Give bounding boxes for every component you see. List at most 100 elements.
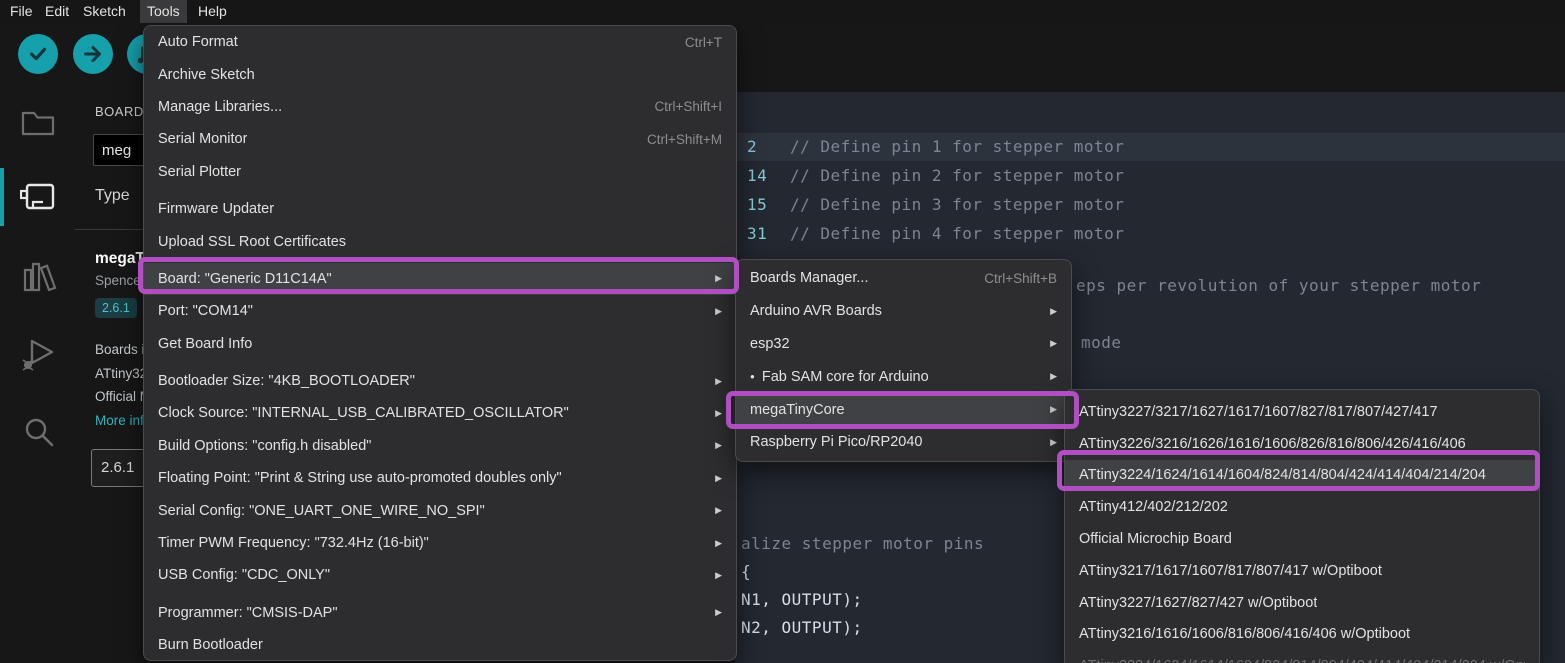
menu-item-arduino-avr-boards[interactable]: Arduino AVR Boards▶: [736, 295, 1071, 328]
menu-item-manage-libraries[interactable]: Manage Libraries...Ctrl+Shift+I: [144, 91, 736, 123]
menu-item-attiny412-402-212-202[interactable]: ATtiny412/402/212/202: [1065, 491, 1539, 523]
menu-item-official-microchip-board[interactable]: Official Microchip Board: [1065, 523, 1539, 555]
submenu-arrow-icon: ▶: [1034, 338, 1057, 349]
menu-help[interactable]: Help: [191, 0, 234, 23]
menu-item-label: ATtiny3224/1624/1614/1604/824/814/804/42…: [1079, 658, 1525, 663]
selected-core-dot-icon: ●: [750, 372, 755, 381]
menu-item-attiny3224-1624-1614-1604-824-814-804-424-[interactable]: ATtiny3224/1624/1614/1604/824/814/804/42…: [1065, 650, 1539, 663]
menu-item-label: Programmer: "CMSIS-DAP": [158, 605, 338, 621]
menu-item-shortcut: Ctrl+Shift+I: [634, 99, 722, 114]
menu-item-attiny3226-3216-1626-1616-1606-826-816-806[interactable]: ATtiny3226/3216/1626/1616/1606/826/816/8…: [1065, 428, 1539, 460]
menu-item-floating-point-print-string-use-auto-promo[interactable]: Floating Point: "Print & String use auto…: [144, 462, 736, 494]
checkmark-icon: [25, 41, 51, 67]
menu-item-attiny3227-3217-1627-1617-1607-827-817-807[interactable]: ATtiny3227/3217/1627/1617/1607/827/817/8…: [1065, 396, 1539, 428]
menu-item-attiny3227-1627-827-427-w-optiboot[interactable]: ATtiny3227/1627/827/427 w/Optiboot: [1065, 587, 1539, 619]
submenu-arrow-icon: ▶: [1034, 437, 1057, 448]
code-comment: alize stepper motor pins: [741, 534, 984, 553]
menu-item-label: ATtiny3224/1624/1614/1604/824/814/804/42…: [1079, 467, 1486, 483]
menu-item-raspberry-pi-pico-rp2040[interactable]: Raspberry Pi Pico/RP2040 ▶: [736, 426, 1071, 459]
tools-menu: Auto Format Ctrl+T Archive Sketch Manage Li…: [143, 25, 737, 661]
installed-version-badge: 2.6.1: [95, 298, 137, 318]
menu-item-auto-format[interactable]: Auto Format Ctrl+T: [144, 26, 736, 58]
menu-item-megatinycore[interactable]: megaTinyCore▶: [736, 393, 1071, 426]
right-arrow-icon: [80, 41, 106, 67]
menu-item-attiny3224-1624-1614-1604-824-814-804-424-[interactable]: ATtiny3224/1624/1614/1604/824/814/804/42…: [1065, 460, 1539, 492]
menu-item-label: Official Microchip Board: [1079, 531, 1232, 547]
menu-file[interactable]: File: [3, 0, 40, 23]
submenu-arrow-icon: ▶: [699, 570, 722, 581]
menu-item-fab-sam-core-for-arduino[interactable]: ● Fab SAM core for Arduino ▶: [736, 360, 1071, 393]
menu-item-label: Archive Sketch: [158, 67, 255, 83]
menu-item-label: Port: "COM14": [158, 303, 253, 319]
menu-item-upload-ssl-root-certificates[interactable]: Upload SSL Root Certificates: [144, 225, 736, 257]
menu-item-burn-bootloader[interactable]: Burn Bootloader: [144, 629, 736, 661]
menu-item-boards-manager[interactable]: Boards Manager... Ctrl+Shift+B: [736, 262, 1071, 295]
library-manager-icon[interactable]: [20, 258, 58, 299]
menu-item-label: Floating Point: "Print & String use auto…: [158, 470, 562, 486]
menu-edit[interactable]: Edit: [38, 0, 76, 23]
menu-item-label: ATtiny412/402/212/202: [1079, 499, 1228, 515]
menu-item-label: ATtiny3216/1616/1606/816/806/416/406 w/O…: [1079, 626, 1410, 642]
menu-item-label: ATtiny3226/3216/1626/1616/1606/826/816/8…: [1079, 436, 1466, 452]
menu-item-label: Upload SSL Root Certificates: [158, 234, 346, 250]
menu-item-attiny3217-1617-1607-817-807-417-w-optiboo[interactable]: ATtiny3217/1617/1607/817/807/417 w/Optib…: [1065, 555, 1539, 587]
menu-item-label: esp32: [750, 336, 790, 352]
upload-button[interactable]: [73, 34, 113, 74]
menu-item-firmware-updater[interactable]: Firmware Updater: [144, 193, 736, 225]
menu-item-get-board-info[interactable]: Get Board Info: [144, 328, 736, 360]
debug-panel-icon[interactable]: [20, 336, 58, 377]
menu-tools[interactable]: Tools: [140, 0, 187, 23]
menu-item-shortcut: Ctrl+T: [665, 35, 722, 50]
code-comment: // Define pin 1 for stepper motor: [790, 137, 1124, 156]
search-icon[interactable]: [20, 414, 58, 457]
menu-item-usb-config-cdc-only[interactable]: USB Config: "CDC_ONLY" ▶: [144, 559, 736, 591]
menu-item-serial-plotter[interactable]: Serial Plotter: [144, 156, 736, 188]
menu-item-port-com14[interactable]: Port: "COM14"▶: [144, 295, 736, 327]
code-statement: N2, OUTPUT);: [741, 618, 863, 637]
menu-item-label: Serial Config: "ONE_UART_ONE_WIRE_NO_SPI…: [158, 503, 485, 519]
menu-item-shortcut: Ctrl+Shift+M: [627, 132, 722, 147]
menu-item-serial-monitor[interactable]: Serial Monitor Ctrl+Shift+M: [144, 123, 736, 155]
menu-item-label: Boards Manager...: [750, 270, 869, 286]
menu-item-label: Build Options: "config.h disabled": [158, 438, 371, 454]
menu-item-programmer-cmsis-dap[interactable]: Programmer: "CMSIS-DAP"▶: [144, 597, 736, 629]
verify-button[interactable]: [18, 34, 58, 74]
menu-item-label: Clock Source: "INTERNAL_USB_CALIBRATED_O…: [158, 405, 569, 421]
submenu-arrow-icon: ▶: [1034, 404, 1057, 415]
menu-item-label: Raspberry Pi Pico/RP2040: [750, 434, 922, 450]
submenu-arrow-icon: ▶: [1034, 371, 1057, 382]
active-tab-indicator: [0, 168, 4, 226]
type-filter-label[interactable]: Type: [95, 187, 130, 205]
menu-sketch[interactable]: Sketch: [76, 0, 133, 23]
menu-item-shortcut: Ctrl+Shift+B: [964, 271, 1057, 286]
menu-item-bootloader-size-4kb-bootloader[interactable]: Bootloader Size: "4KB_BOOTLOADER"▶: [144, 365, 736, 397]
code-number-literal: 2: [747, 137, 757, 156]
menu-item-archive-sketch[interactable]: Archive Sketch: [144, 58, 736, 90]
code-number-literal: 14: [747, 166, 767, 185]
menu-item-timer-pwm-frequency-732-4hz-16-bit[interactable]: Timer PWM Frequency: "732.4Hz (16-bit)"▶: [144, 527, 736, 559]
menu-item-label: Get Board Info: [158, 336, 252, 352]
menu-item-label: ATtiny3227/3217/1627/1617/1607/827/817/8…: [1079, 404, 1438, 420]
menu-item-esp32[interactable]: esp32 ▶: [736, 328, 1071, 361]
code-statement: N1, OUTPUT);: [741, 590, 863, 609]
boards-manager-icon[interactable]: [20, 180, 58, 219]
board-submenu: Boards Manager... Ctrl+Shift+B Arduino AVR…: [735, 259, 1072, 462]
menu-item-clock-source-internal-usb-calibrated-oscil[interactable]: Clock Source: "INTERNAL_USB_CALIBRATED_O…: [144, 397, 736, 429]
menu-item-serial-config-one-uart-one-wire-no-spi[interactable]: Serial Config: "ONE_UART_ONE_WIRE_NO_SPI…: [144, 494, 736, 526]
menu-item-label: Fab SAM core for Arduino: [762, 369, 929, 385]
code-number-literal: 15: [747, 195, 767, 214]
menu-item-label: Burn Bootloader: [158, 637, 263, 653]
menu-item-label: Serial Monitor: [158, 131, 247, 147]
submenu-arrow-icon: ▶: [699, 473, 722, 484]
submenu-arrow-icon: ▶: [699, 440, 722, 451]
menu-item-build-options-config-h-disabled[interactable]: Build Options: "config.h disabled" ▶: [144, 430, 736, 462]
menu-bar: File Edit Sketch Tools Help: [0, 0, 1565, 23]
menu-item-attiny3216-1616-1606-816-806-416-406-w-opt[interactable]: ATtiny3216/1616/1606/816/806/416/406 w/O…: [1065, 619, 1539, 651]
menu-item-board-generic-d11c14a[interactable]: Board: "Generic D11C14A"▶: [144, 263, 736, 295]
activity-bar: [0, 92, 75, 663]
menu-item-label: USB Config: "CDC_ONLY": [158, 567, 330, 583]
menu-item-label: Auto Format: [158, 34, 238, 50]
code-comment: // Define pin 2 for stepper motor: [790, 166, 1124, 185]
menu-item-label: ATtiny3217/1617/1607/817/807/417 w/Optib…: [1079, 563, 1382, 579]
sketchbook-folder-icon[interactable]: [20, 106, 56, 143]
